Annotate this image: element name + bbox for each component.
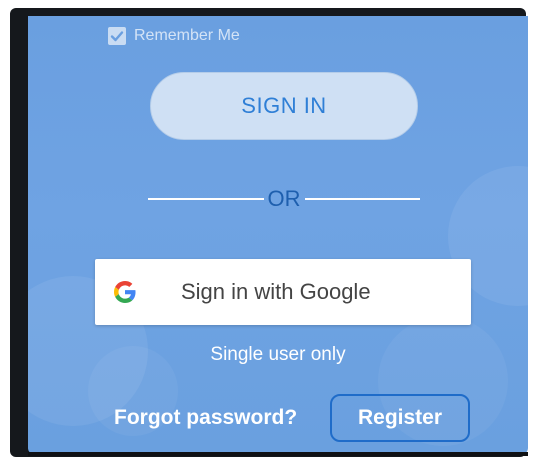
login-screen: Remember Me SIGN IN OR Sign in with Goog…: [28, 16, 528, 454]
checkmark-icon: [110, 31, 124, 42]
screen-bottom-edge: [28, 452, 528, 456]
single-user-note: Single user only: [210, 344, 346, 365]
divider-line-left: [148, 198, 264, 200]
google-sign-in-label: Sign in with Google: [181, 279, 371, 304]
sign-in-button[interactable]: SIGN IN: [150, 72, 418, 140]
divider-line-right: [304, 198, 420, 200]
google-g-icon: [113, 280, 137, 304]
footer-actions: Forgot password? Register: [28, 394, 528, 444]
or-divider: OR: [148, 184, 420, 214]
remember-me-row[interactable]: Remember Me: [108, 26, 240, 46]
remember-me-checkbox[interactable]: [108, 27, 126, 45]
google-sign-in-button[interactable]: Sign in with Google: [95, 259, 471, 325]
phone-frame: Remember Me SIGN IN OR Sign in with Goog…: [10, 8, 528, 457]
register-button[interactable]: Register: [330, 394, 470, 442]
forgot-password-link[interactable]: Forgot password?: [114, 406, 297, 430]
or-label: OR: [267, 186, 301, 211]
remember-me-label: Remember Me: [134, 27, 240, 44]
